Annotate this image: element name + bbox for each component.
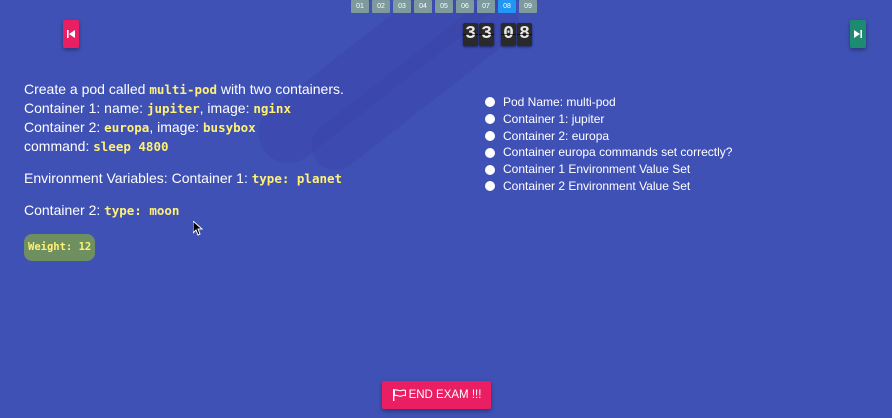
env-container-2-code: type: moon bbox=[104, 203, 180, 218]
check-item: Pod Name: multi-pod bbox=[485, 94, 732, 111]
question-line-container-1: Container 1: name: jupiter, image: nginx bbox=[24, 100, 291, 116]
container-2-image-code: busybox bbox=[203, 120, 256, 135]
container-2-name-code: europa bbox=[104, 120, 150, 135]
flag-icon bbox=[392, 389, 406, 401]
pod-name-code: multi-pod bbox=[149, 82, 218, 97]
question-button-07[interactable]: 07 bbox=[477, 0, 495, 13]
env-container-1-code: type: planet bbox=[251, 171, 343, 186]
check-item: Container 1 Environment Value Set bbox=[485, 161, 732, 178]
mouse-cursor-icon bbox=[193, 221, 203, 236]
check-status-icon bbox=[485, 130, 495, 141]
check-item: Container europa commands set correctly? bbox=[485, 144, 732, 161]
question-line-container-2: Container 2: europa, image: busybox bbox=[24, 119, 256, 135]
countdown-timer: 3 3 0 8 bbox=[463, 23, 533, 46]
check-status-icon bbox=[485, 97, 495, 108]
question-line-pod: Create a pod called multi-pod with two c… bbox=[24, 81, 344, 97]
check-status-icon bbox=[485, 147, 495, 158]
question-nav: 01 02 03 04 05 06 07 08 09 bbox=[351, 0, 537, 13]
question-line-command: command: sleep 4800 bbox=[24, 138, 169, 154]
question-button-01[interactable]: 01 bbox=[351, 0, 369, 13]
question-text: Create a pod called multi-pod with two c… bbox=[24, 80, 464, 261]
question-button-06[interactable]: 06 bbox=[456, 0, 474, 13]
question-line-env-2: Container 2: type: moon bbox=[24, 202, 180, 218]
timer-digit: 3 bbox=[463, 23, 478, 46]
command-code: sleep 4800 bbox=[93, 139, 169, 154]
end-exam-label: END EXAM !!! bbox=[408, 389, 482, 401]
question-button-04[interactable]: 04 bbox=[414, 0, 432, 13]
check-status-icon bbox=[485, 164, 495, 175]
question-button-08[interactable]: 08 bbox=[498, 0, 516, 13]
weight-badge: Weight: 12 bbox=[24, 234, 96, 261]
checklist: Pod Name: multi-pod Container 1: jupiter… bbox=[485, 94, 732, 195]
timer-digit: 3 bbox=[479, 23, 494, 46]
skip-previous-icon bbox=[67, 30, 75, 38]
check-item: Container 2: europa bbox=[485, 128, 732, 145]
skip-next-icon bbox=[854, 30, 862, 38]
question-button-03[interactable]: 03 bbox=[393, 0, 411, 13]
question-line-env-1: Environment Variables: Container 1: type… bbox=[24, 170, 343, 186]
check-item: Container 1: jupiter bbox=[485, 111, 732, 128]
timer-digit: 0 bbox=[501, 23, 516, 46]
container-1-image-code: nginx bbox=[253, 101, 291, 116]
check-status-icon bbox=[485, 181, 495, 192]
container-1-name-code: jupiter bbox=[146, 101, 200, 116]
question-button-09[interactable]: 09 bbox=[519, 0, 537, 13]
end-exam-button[interactable]: END EXAM !!! bbox=[382, 381, 491, 409]
check-item: Container 2 Environment Value Set bbox=[485, 178, 732, 195]
question-button-05[interactable]: 05 bbox=[435, 0, 453, 13]
question-button-02[interactable]: 02 bbox=[372, 0, 390, 13]
timer-digit: 8 bbox=[517, 23, 532, 46]
previous-question-button[interactable] bbox=[63, 20, 79, 48]
next-question-button[interactable] bbox=[850, 20, 866, 48]
check-status-icon bbox=[485, 114, 495, 125]
